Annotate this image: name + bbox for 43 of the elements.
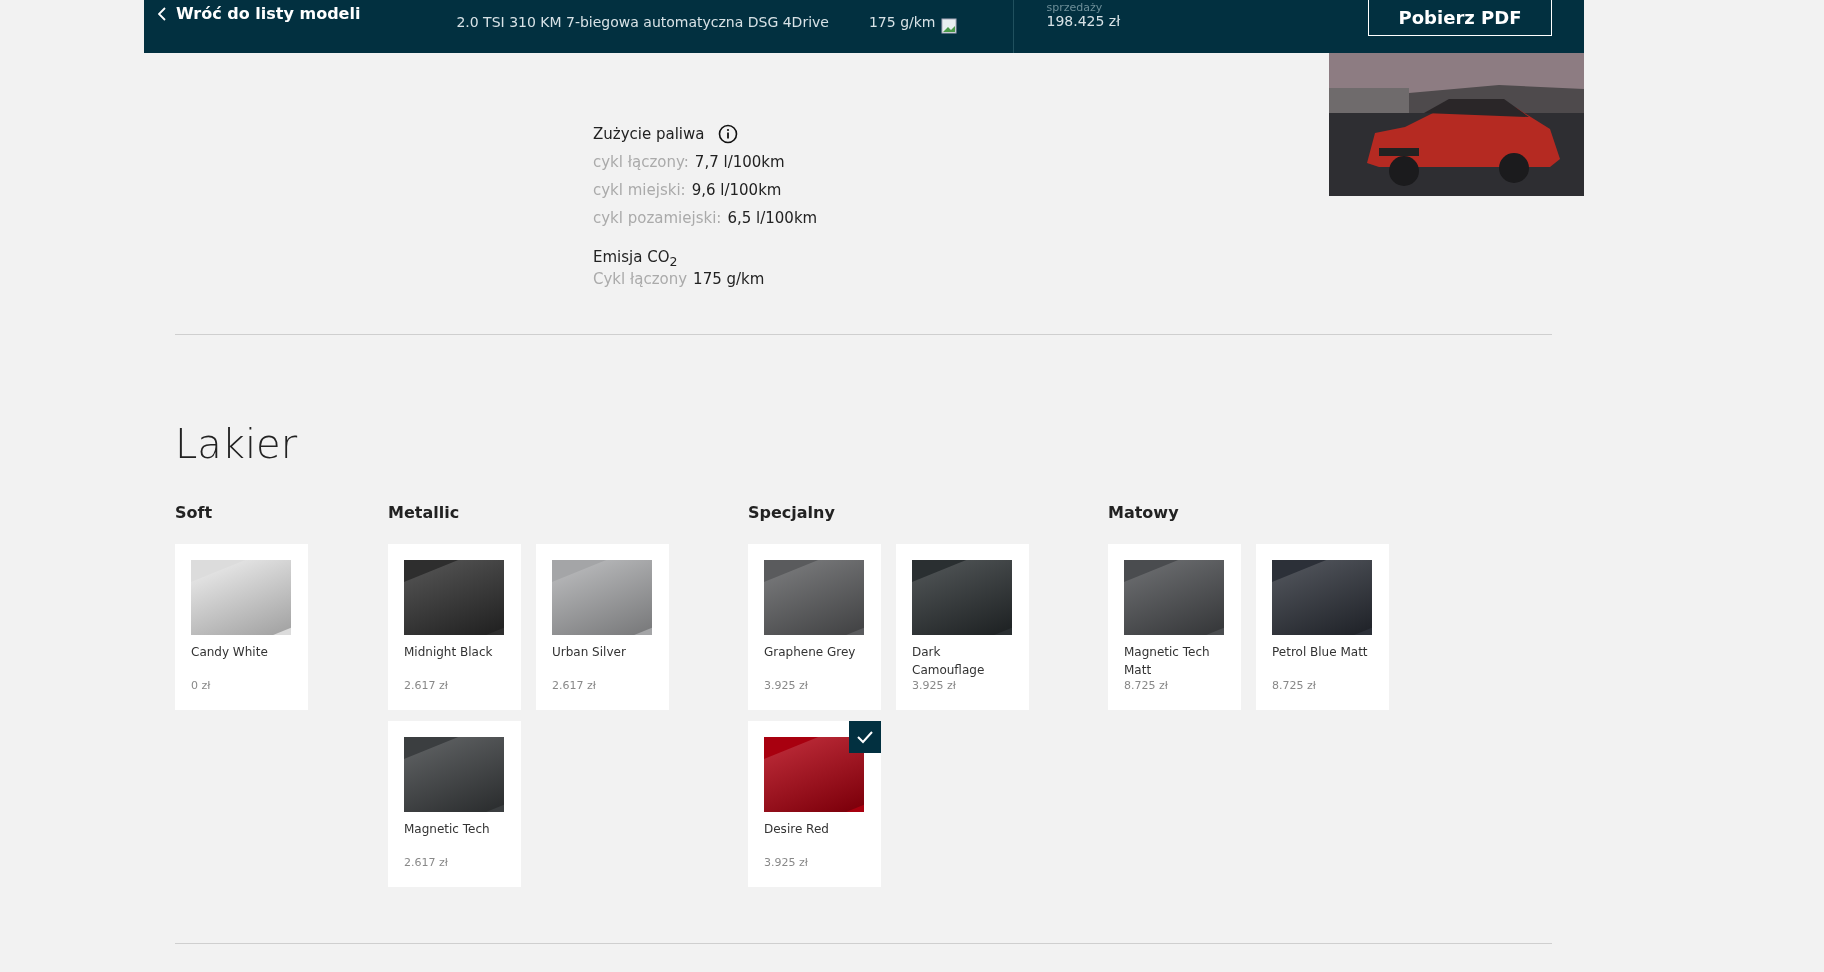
paint-name: Graphene Grey bbox=[764, 644, 857, 661]
paint-price: 3.925 zł bbox=[912, 679, 957, 692]
emission-value: 175 g/km bbox=[868, 14, 936, 30]
broken-image-icon bbox=[941, 18, 958, 34]
paint-price: 2.617 zł bbox=[552, 679, 597, 692]
fuel-label: cykl łączony: bbox=[593, 153, 689, 171]
paint-name: Magnetic Tech Matt bbox=[1124, 644, 1211, 679]
paint-price: 8.725 zł bbox=[1124, 679, 1169, 692]
section-title: Lakier bbox=[175, 421, 299, 467]
price-label: sprzedaży bbox=[1046, 2, 1104, 13]
chevron-left-icon bbox=[158, 6, 166, 21]
checkmark-icon bbox=[849, 721, 881, 753]
price-value: 198.425 zł bbox=[1046, 13, 1121, 29]
paint-price: 8.725 zł bbox=[1272, 679, 1317, 692]
paint-price: 3.925 zł bbox=[764, 679, 809, 692]
paint-name: Petrol Blue Matt bbox=[1272, 644, 1369, 661]
paint-name: Candy White bbox=[191, 644, 269, 661]
group-title: Soft bbox=[175, 503, 214, 522]
info-icon[interactable] bbox=[718, 124, 739, 144]
model-name: 2.0 TSI 310 KM 7-biegowa automatyczna DSG 4Drive bbox=[456, 14, 829, 30]
emission-label: Cykl łączony bbox=[593, 270, 688, 288]
group-title: Metallic bbox=[388, 503, 461, 522]
paint-price: 2.617 zł bbox=[404, 856, 449, 869]
download-pdf-button[interactable]: Pobierz PDF bbox=[1368, 0, 1552, 36]
fuel-value: 9,6 l/100km bbox=[691, 181, 782, 199]
back-link[interactable]: Wróć do listy modeli bbox=[158, 4, 361, 23]
fuel-value: 7,7 l/100km bbox=[694, 153, 785, 171]
paint-name: Desire Red bbox=[764, 821, 830, 838]
emission-title: Emisja CO$_{2}$ bbox=[593, 247, 678, 269]
paint-name: Magnetic Tech bbox=[404, 821, 491, 838]
fuel-label: cykl miejski: bbox=[593, 181, 686, 199]
group-title: Matowy bbox=[1108, 503, 1180, 522]
paint-price: 3.925 zł bbox=[764, 856, 809, 869]
fuel-value: 6,5 l/100km bbox=[727, 209, 818, 227]
fuel-title: Zużycie paliwa bbox=[593, 125, 705, 143]
fuel-label: cykl pozamiejski: bbox=[593, 209, 722, 227]
paint-name: Midnight Black bbox=[404, 644, 494, 661]
group-title: Specjalny bbox=[748, 503, 836, 522]
paint-name: Urban Silver bbox=[552, 644, 627, 661]
paint-price: 2.617 zł bbox=[404, 679, 449, 692]
paint-price: 0 zł bbox=[191, 679, 212, 692]
paint-name: Dark Camouflage bbox=[912, 644, 986, 679]
emission-value: 175 g/km bbox=[693, 270, 765, 288]
